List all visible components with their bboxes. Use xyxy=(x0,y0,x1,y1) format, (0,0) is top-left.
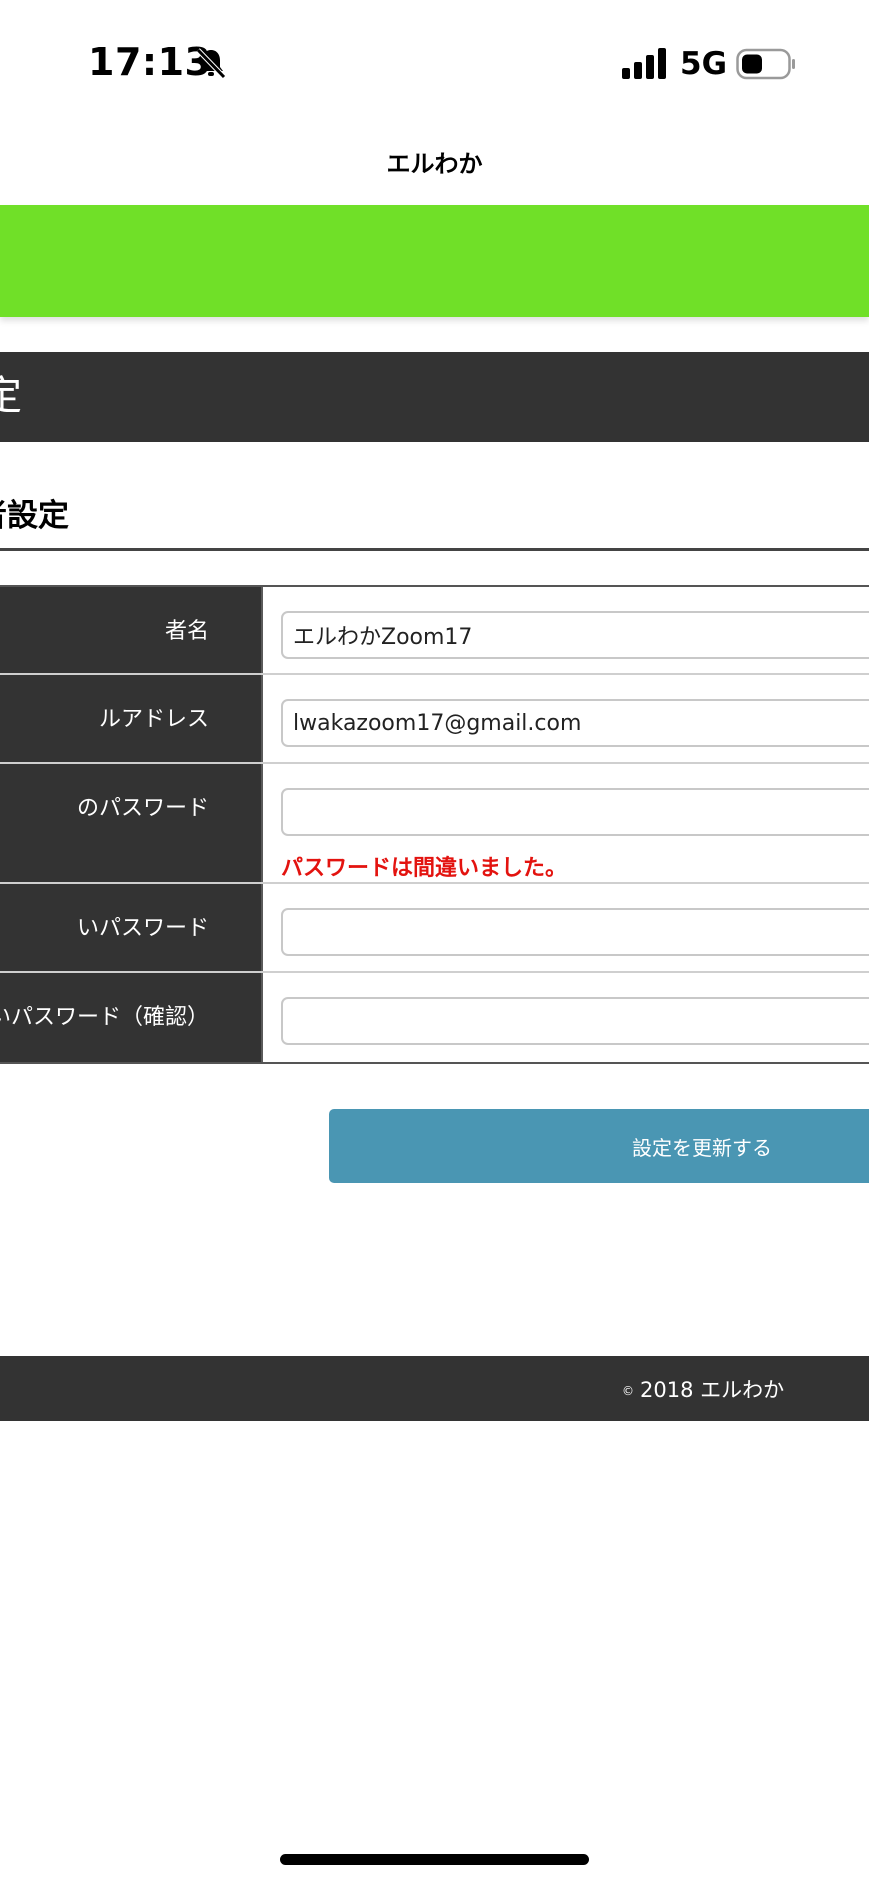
label-new-password: いパスワード xyxy=(76,916,209,941)
signal-icon xyxy=(622,48,666,79)
form-row-name: 者名 xyxy=(0,587,869,675)
nav-title: エルわか xyxy=(386,150,483,178)
status-bar: 17:13 5G xyxy=(0,0,869,130)
footer-text: 2018 エルわか xyxy=(640,1378,785,1402)
footer: © 2018 エルわか xyxy=(0,1356,869,1421)
current-password-input[interactable] xyxy=(281,788,869,836)
form-row-email: ルアドレス xyxy=(0,675,869,764)
site-banner xyxy=(0,205,869,317)
update-settings-button[interactable]: 設定を更新する xyxy=(329,1109,869,1183)
bell-slash-icon xyxy=(196,48,226,79)
password-error-message: パスワードは間違いました。 xyxy=(281,856,568,881)
label-confirm-password: いパスワード（確認） xyxy=(0,1005,209,1030)
battery-icon xyxy=(736,48,795,80)
row-label-cell: のパスワード xyxy=(0,764,263,882)
footer-copyright: © 2018 エルわか xyxy=(622,1374,784,1404)
label-email: ルアドレス xyxy=(98,707,209,732)
section-title: 者設定 xyxy=(0,498,69,534)
network-label: 5G xyxy=(680,46,728,82)
row-label-cell: 者名 xyxy=(0,587,263,673)
name-input[interactable] xyxy=(281,611,869,659)
page-title: 定 xyxy=(0,373,22,419)
email-input[interactable] xyxy=(281,699,869,747)
home-indicator[interactable] xyxy=(280,1854,589,1865)
row-label-cell: ルアドレス xyxy=(0,675,263,762)
page-header: 定 xyxy=(0,352,869,442)
new-password-input[interactable] xyxy=(281,908,869,956)
form-row-new-password: いパスワード xyxy=(0,884,869,973)
confirm-password-input[interactable] xyxy=(281,997,869,1045)
label-name: 者名 xyxy=(164,619,209,644)
section-divider xyxy=(0,548,869,551)
row-label-cell: いパスワード xyxy=(0,884,263,971)
status-time: 17:13 xyxy=(88,40,212,84)
label-current-password: のパスワード xyxy=(76,796,209,821)
copyright-symbol: © xyxy=(622,1384,634,1398)
row-label-cell: いパスワード（確認） xyxy=(0,973,263,1062)
settings-form: 者名 ルアドレス のパスワード パスワードは間違いました。 いパスワード いパス… xyxy=(0,585,869,1064)
form-row-confirm-password: いパスワード（確認） xyxy=(0,973,869,1062)
form-row-current-password: のパスワード パスワードは間違いました。 xyxy=(0,764,869,884)
